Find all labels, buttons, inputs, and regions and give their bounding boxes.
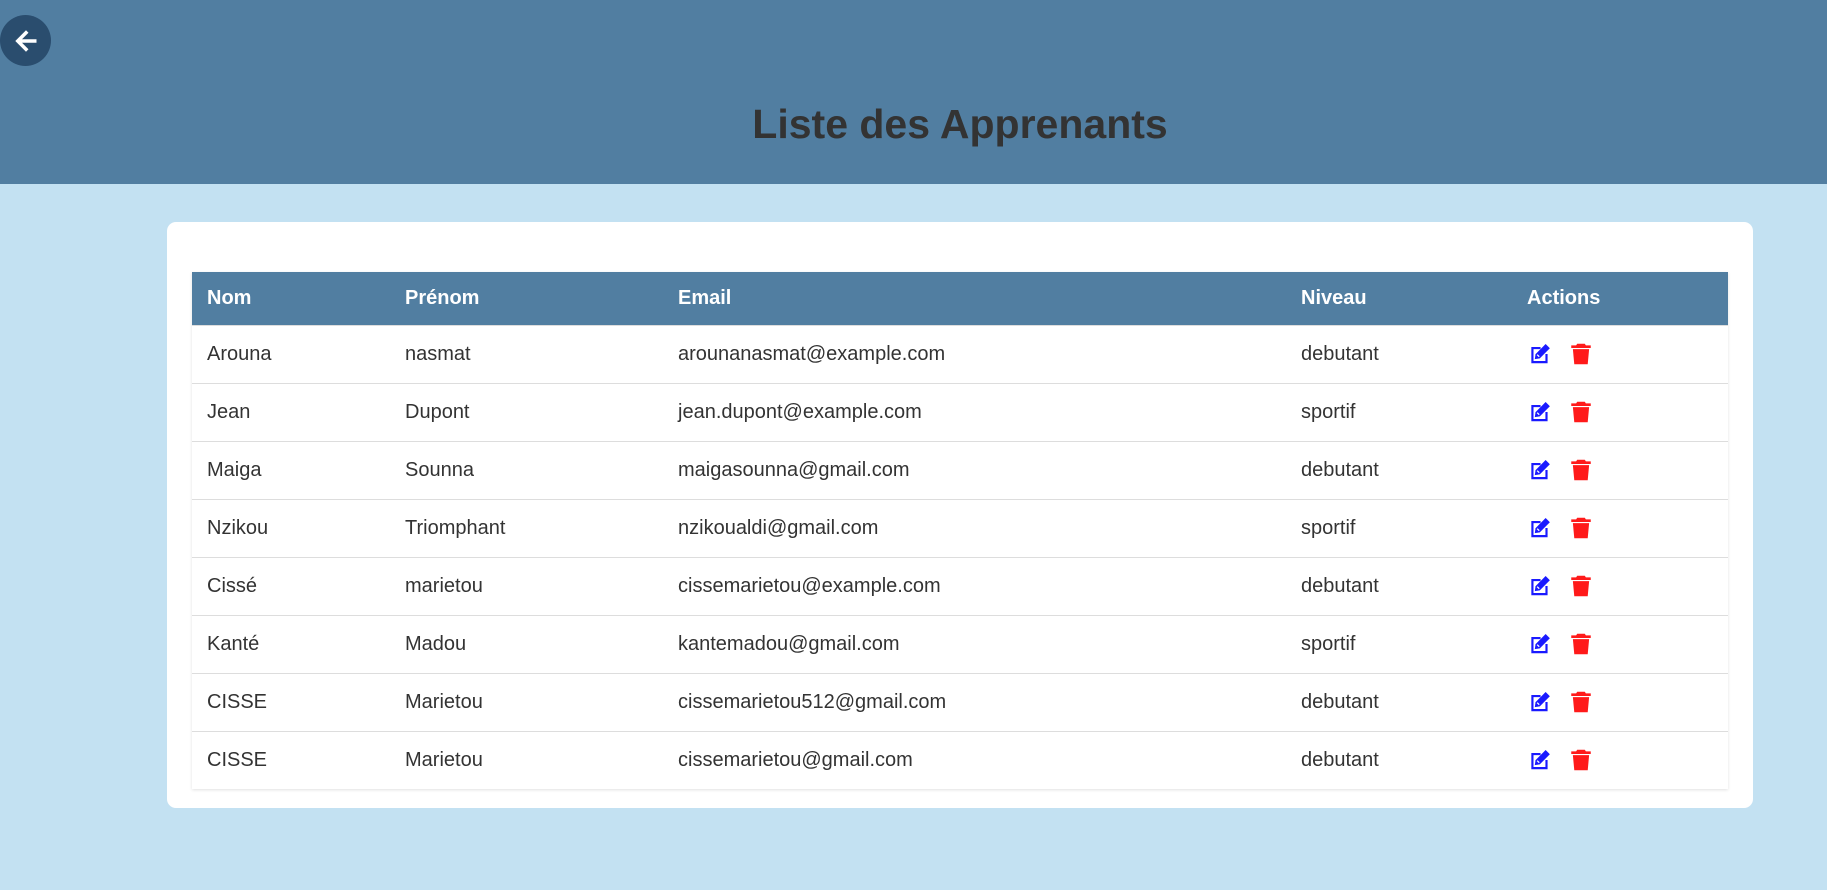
cell-actions <box>1512 557 1728 615</box>
cell-nom: CISSE <box>207 748 268 771</box>
row-actions <box>1527 616 1728 673</box>
edit-icon[interactable] <box>1527 747 1553 773</box>
learners-table: Nom Prénom Email Niveau Actions Arouna na… <box>192 272 1728 789</box>
column-header-niveau: Niveau <box>1301 286 1367 309</box>
table-row: Kanté Madou kantemadou@gmail.com sportif <box>192 615 1728 673</box>
cell-niveau: sportif <box>1301 400 1356 423</box>
cell-nom: Maiga <box>207 458 262 481</box>
cell-nom: Nzikou <box>207 516 269 539</box>
cell-prenom: Marietou <box>405 690 483 713</box>
trash-icon[interactable] <box>1568 631 1594 657</box>
learners-card: Nom Prénom Email Niveau Actions Arouna na… <box>167 222 1753 808</box>
edit-icon[interactable] <box>1527 689 1553 715</box>
cell-actions <box>1512 383 1728 441</box>
edit-icon[interactable] <box>1527 341 1553 367</box>
edit-icon[interactable] <box>1527 457 1553 483</box>
cell-email: cissemarietou@gmail.com <box>678 748 913 771</box>
trash-icon[interactable] <box>1568 341 1594 367</box>
row-actions <box>1527 674 1728 731</box>
trash-icon[interactable] <box>1568 689 1594 715</box>
table-row: Cissé marietou cissemarietou@example.com de… <box>192 557 1728 615</box>
table-row: Maiga Sounna maigasounna@gmail.com debutant <box>192 441 1728 499</box>
table-row: Arouna nasmat arounanasmat@example.com debu… <box>192 325 1728 383</box>
column-header-prenom: Prénom <box>405 286 480 309</box>
cell-nom: Arouna <box>207 342 272 365</box>
row-actions <box>1527 442 1728 499</box>
cell-email: nzikoualdi@gmail.com <box>678 516 879 539</box>
row-actions <box>1527 384 1728 441</box>
edit-icon[interactable] <box>1527 515 1553 541</box>
cell-niveau: debutant <box>1301 458 1379 481</box>
table-row: CISSE Marietou cissemarietou@gmail.com debu… <box>192 731 1728 789</box>
cell-prenom: Marietou <box>405 748 483 771</box>
cell-email: maigasounna@gmail.com <box>678 458 910 481</box>
edit-icon[interactable] <box>1527 399 1553 425</box>
cell-prenom: Triomphant <box>405 516 506 539</box>
cell-actions <box>1512 615 1728 673</box>
cell-email: kantemadou@gmail.com <box>678 632 900 655</box>
column-header-nom: Nom <box>207 286 252 309</box>
cell-prenom: Madou <box>405 632 467 655</box>
trash-icon[interactable] <box>1568 747 1594 773</box>
table-row: Nzikou Triomphant nzikoualdi@gmail.com spor… <box>192 499 1728 557</box>
cell-nom: Kanté <box>207 632 260 655</box>
cell-actions <box>1512 731 1728 789</box>
edit-icon[interactable] <box>1527 573 1553 599</box>
cell-prenom: nasmat <box>405 342 471 365</box>
back-button[interactable] <box>0 15 51 66</box>
row-actions <box>1527 326 1728 383</box>
cell-actions <box>1512 499 1728 557</box>
cell-prenom: Sounna <box>405 458 474 481</box>
trash-icon[interactable] <box>1568 573 1594 599</box>
cell-niveau: sportif <box>1301 516 1356 539</box>
cell-nom: Cissé <box>207 574 258 597</box>
cell-email: cissemarietou@example.com <box>678 574 941 597</box>
cell-email: jean.dupont@example.com <box>678 400 922 423</box>
edit-icon[interactable] <box>1527 631 1553 657</box>
cell-email: cissemarietou512@gmail.com <box>678 690 947 713</box>
cell-prenom: marietou <box>405 574 483 597</box>
cell-niveau: debutant <box>1301 342 1379 365</box>
cell-nom: CISSE <box>207 690 268 713</box>
page-header: Liste des Apprenants <box>0 0 1827 184</box>
cell-actions <box>1512 441 1728 499</box>
row-actions <box>1527 732 1728 789</box>
cell-email: arounanasmat@example.com <box>678 342 946 365</box>
table-row: CISSE Marietou cissemarietou512@gmail.com d… <box>192 673 1728 731</box>
cell-niveau: debutant <box>1301 574 1379 597</box>
column-header-email: Email <box>678 286 732 309</box>
arrow-left-icon <box>11 26 41 56</box>
cell-actions <box>1512 325 1728 383</box>
trash-icon[interactable] <box>1568 515 1594 541</box>
cell-niveau: sportif <box>1301 632 1356 655</box>
row-actions <box>1527 500 1728 557</box>
table-body: Arouna nasmat arounanasmat@example.com debu… <box>192 325 1728 789</box>
table-header-row: Nom Prénom Email Niveau Actions <box>192 272 1728 325</box>
cell-prenom: Dupont <box>405 400 470 423</box>
column-header-actions: Actions <box>1527 286 1601 309</box>
row-actions <box>1527 558 1728 615</box>
cell-niveau: debutant <box>1301 690 1379 713</box>
page-title: Liste des Apprenants <box>752 101 1168 147</box>
trash-icon[interactable] <box>1568 399 1594 425</box>
cell-actions <box>1512 673 1728 731</box>
trash-icon[interactable] <box>1568 457 1594 483</box>
cell-niveau: debutant <box>1301 748 1379 771</box>
table-row: Jean Dupont jean.dupont@example.com sportif <box>192 383 1728 441</box>
cell-nom: Jean <box>207 400 251 423</box>
